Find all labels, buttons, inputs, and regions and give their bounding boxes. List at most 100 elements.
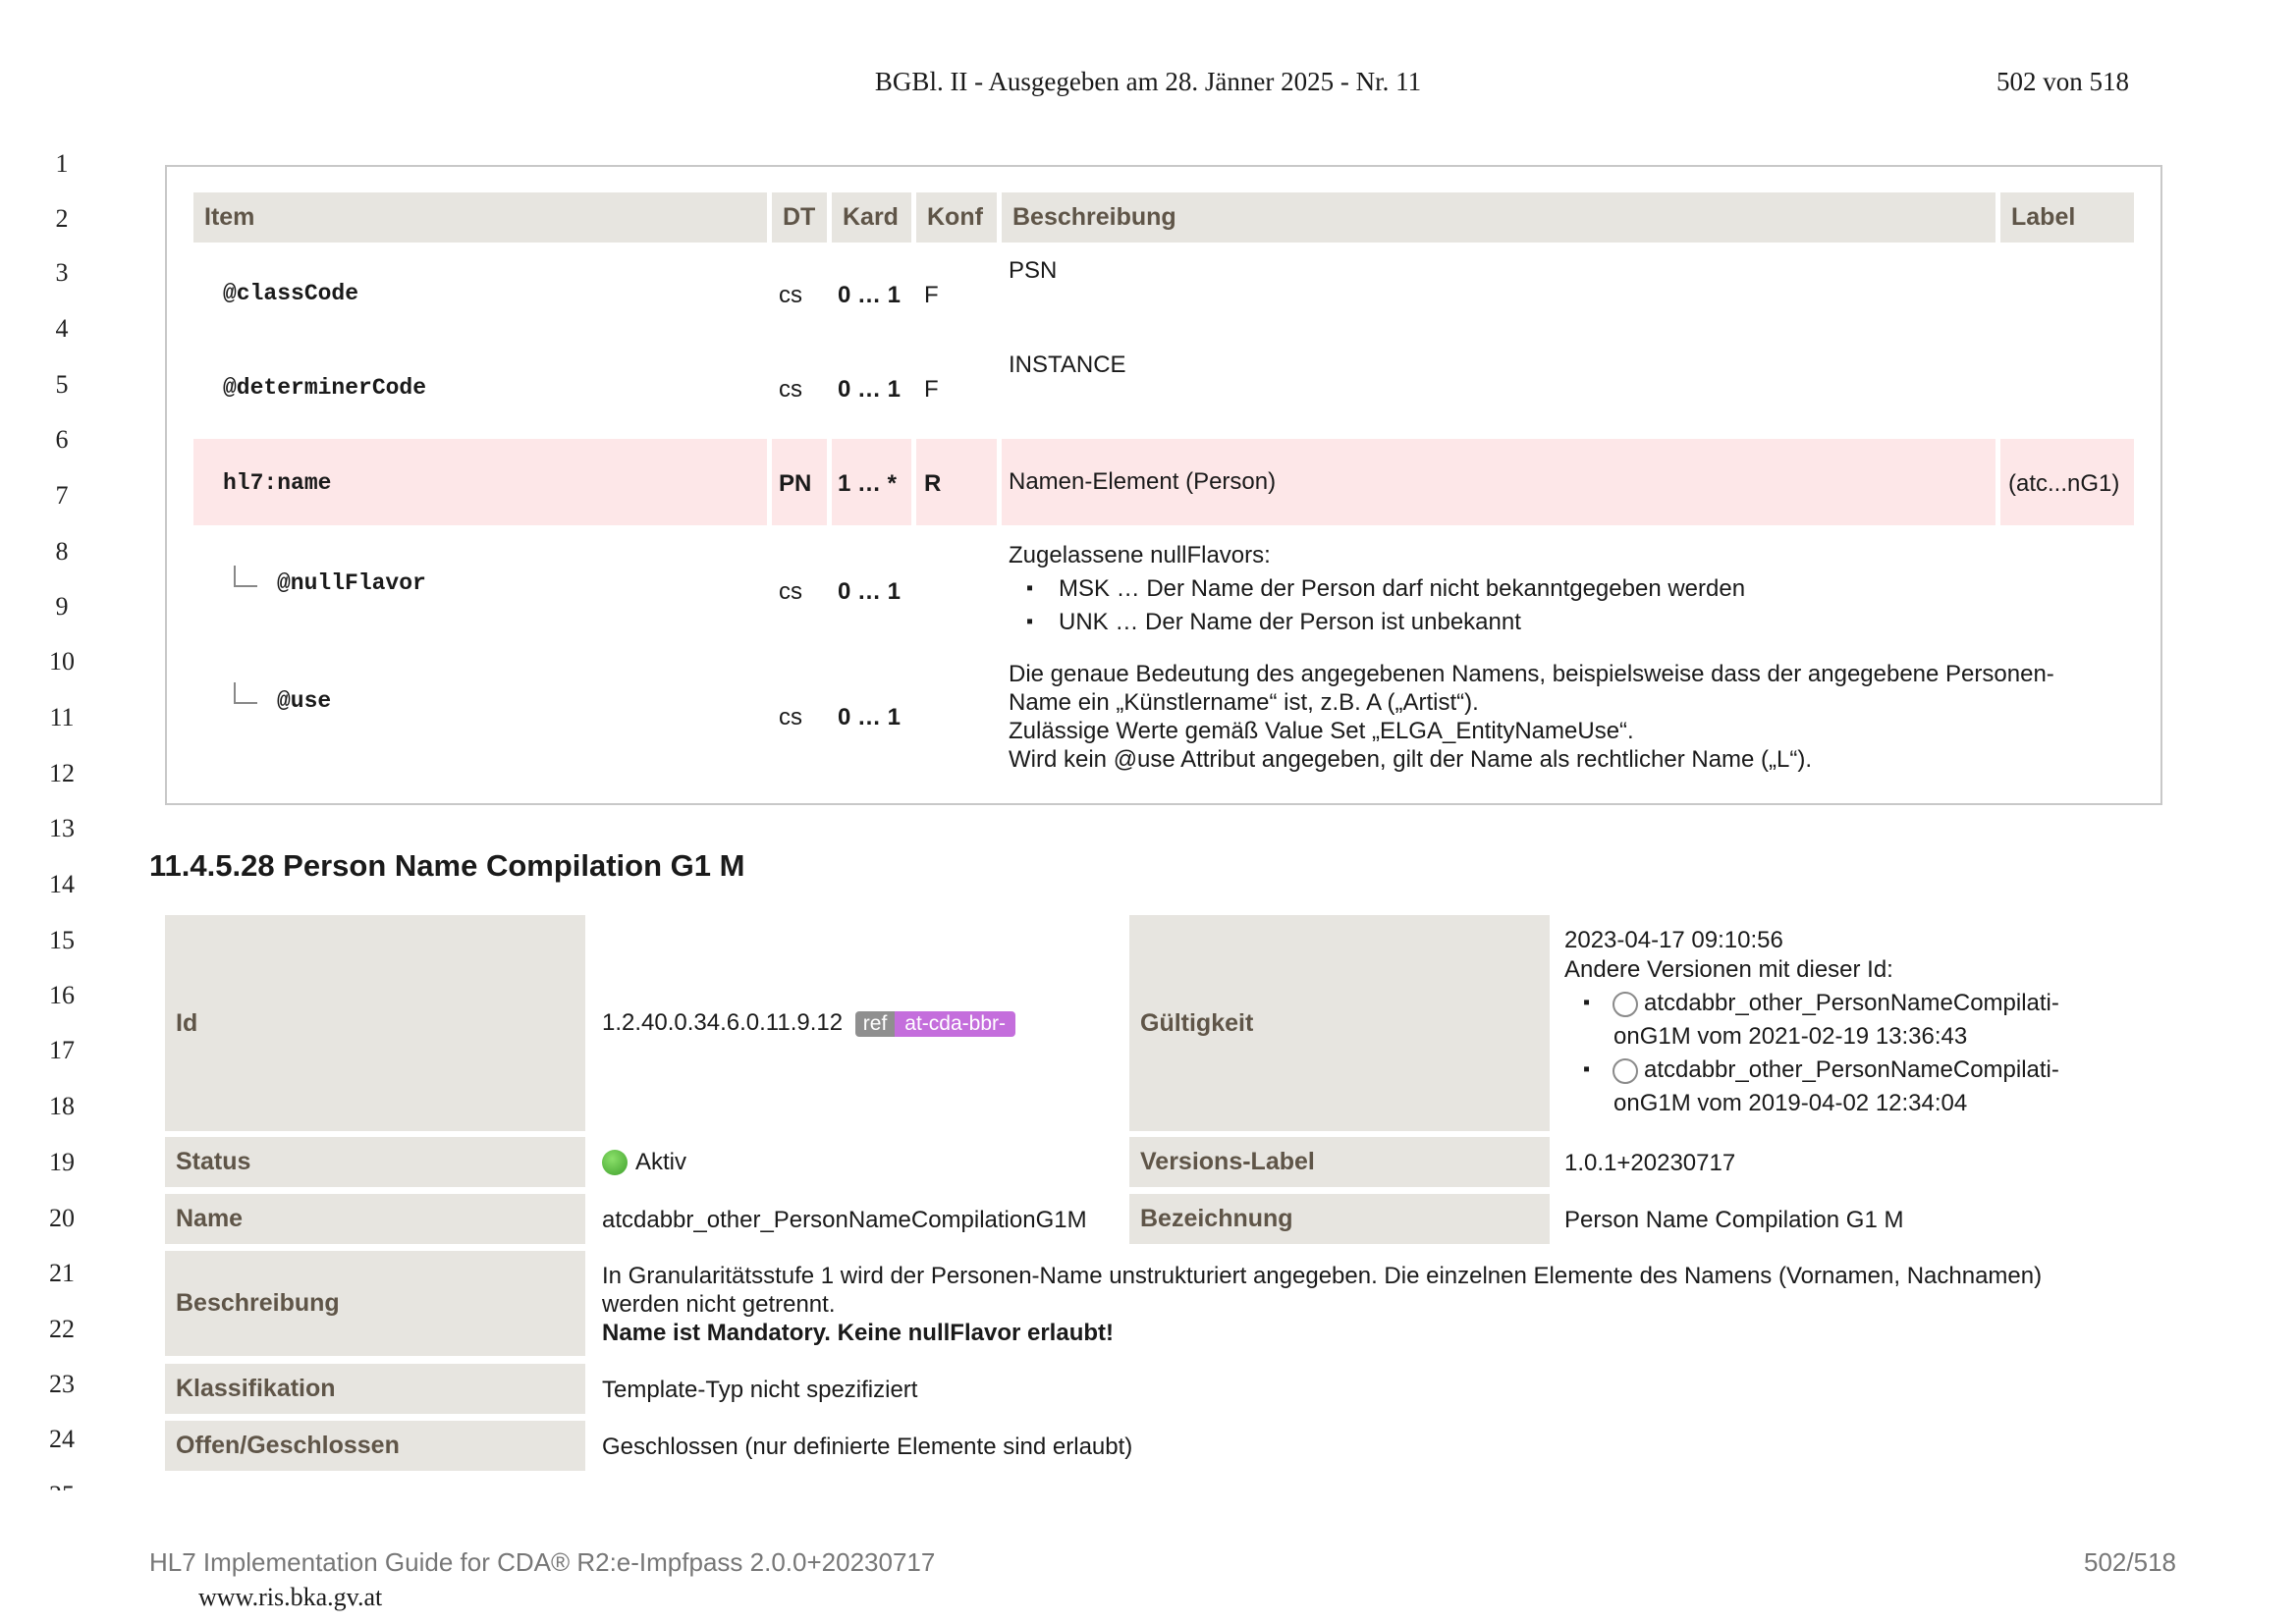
bezeichnung-label: Bezeichnung [1129, 1194, 1550, 1244]
description-line: Name ein „Künstlername“ ist, z.B. A („Ar… [1009, 689, 1479, 716]
beschreibung-line: In Granularitätsstufe 1 wird der Persone… [602, 1263, 2043, 1289]
bullet-icon: ▪ [1026, 611, 1034, 632]
item-name: @classCode [223, 281, 359, 306]
column-header-item: Item [193, 192, 767, 243]
item-name: hl7:name [223, 470, 332, 496]
gueltigkeit-label: Gültigkeit [1129, 915, 1550, 1131]
line-number: 1 [55, 149, 69, 178]
label-value: (atc...nG1) [2008, 470, 2120, 497]
description: Namen-Element (Person) [1009, 468, 1277, 495]
footer-url[interactable]: www.ris.bka.gv.at [198, 1583, 382, 1612]
description-line: Zulässige Werte gemäß Value Set „ELGA_En… [1009, 718, 1634, 744]
status-value: Aktiv [602, 1149, 686, 1176]
conformance: F [924, 282, 939, 308]
name-value: atcdabbr_other_PersonNameCompilationG1M [602, 1207, 1087, 1233]
line-number: 7 [55, 481, 69, 510]
line-number: 13 [49, 814, 75, 842]
line-number: 20 [49, 1204, 75, 1232]
beschreibung-emphasis: Name ist Mandatory. Keine nullFlavor erl… [602, 1320, 1114, 1346]
item-name: @use [277, 688, 332, 714]
beschreibung-line: werden nicht getrennt. [602, 1291, 836, 1318]
item-name: @determinerCode [223, 375, 427, 401]
list-item: MSK … Der Name der Person darf nicht bek… [1059, 575, 1746, 602]
template-oid: 1.2.40.0.34.6.0.11.9.12 [602, 1009, 844, 1036]
line-number: 16 [49, 981, 75, 1009]
line-number: 3 [55, 258, 69, 287]
column-header-beschreibung: Beschreibung [1002, 192, 1995, 243]
gueltigkeit-date: 2023‑04‑17 09:10:56 [1564, 927, 1783, 953]
line-number: 21 [49, 1259, 75, 1287]
line-number: 10 [49, 647, 75, 676]
tree-connector-icon [234, 566, 257, 587]
tree-connector-icon [234, 682, 257, 704]
datatype: cs [779, 578, 802, 605]
page-header-page-number: 502 von 518 [1996, 67, 2129, 96]
klassifikation-value: Template-Typ nicht spezifiziert [602, 1377, 918, 1403]
name-label: Name [165, 1194, 585, 1244]
line-number: 11 [49, 703, 75, 731]
other-versions-heading: Andere Versionen mit dieser Id: [1564, 956, 1893, 983]
klassifikation-label: Klassifikation [165, 1364, 585, 1414]
ref-badge[interactable]: ref at-cda-bbr- [854, 1009, 1015, 1037]
cardinality: 1 … * [838, 470, 898, 497]
description-line: Die genaue Bedeutung des angegebenen Nam… [1009, 661, 2054, 687]
beschreibung-label: Beschreibung [165, 1251, 585, 1356]
line-number: 14 [49, 870, 75, 898]
line-number: 8 [55, 537, 69, 566]
footer-guide-title: HL7 Implementation Guide for CDA® R2:e-I… [149, 1547, 936, 1577]
version-link[interactable]: atcdabbr_other_PersonNameCompilati- [1613, 990, 2059, 1017]
version-link[interactable]: atcdabbr_other_PersonNameCompilati- [1613, 1056, 2059, 1084]
cardinality: 0 … 1 [838, 578, 902, 605]
description-intro: Zugelassene nullFlavors: [1009, 542, 1271, 568]
line-number: 25 [27, 1481, 96, 1490]
offen-geschlossen-label: Offen/Geschlossen [165, 1421, 585, 1471]
line-number: 22 [49, 1315, 75, 1343]
line-number: 12 [49, 759, 75, 787]
line-number: 17 [49, 1036, 75, 1064]
footer-page-number: 502/518 [2084, 1547, 2176, 1577]
versions-label-value: 1.0.1+20230717 [1564, 1150, 1736, 1176]
version-radio-icon [1613, 1058, 1638, 1084]
datatype: cs [779, 376, 802, 403]
conformance: F [924, 376, 939, 403]
version-date: onG1M vom 2019‑04‑02 12:34:04 [1613, 1090, 1968, 1116]
version-radio-icon [1613, 992, 1638, 1017]
description-line: Wird kein @use Attribut angegeben, gilt … [1009, 746, 1813, 773]
version-date: onG1M vom 2021‑02‑19 13:36:43 [1613, 1023, 1968, 1050]
line-number: 2 [55, 204, 69, 233]
line-number: 18 [49, 1092, 75, 1120]
line-number: 5 [55, 370, 69, 399]
conformance: R [924, 470, 942, 497]
column-header-dt: DT [772, 192, 827, 243]
bullet-icon: ▪ [1583, 1058, 1591, 1080]
line-number: 9 [55, 592, 69, 621]
line-number: 15 [49, 926, 75, 954]
description: INSTANCE [1009, 352, 1126, 378]
line-number: 23 [49, 1370, 75, 1398]
line-number: 6 [55, 425, 69, 454]
page-header-title: BGBl. II - Ausgegeben am 28. Jänner 2025… [874, 67, 1422, 96]
status-label: Status [165, 1137, 585, 1187]
datatype: PN [779, 470, 812, 497]
id-value: 1.2.40.0.34.6.0.11.9.12 ref at-cda-bbr- [602, 1009, 1015, 1037]
line-number: 24 [49, 1425, 75, 1453]
list-item: UNK … Der Name der Person ist unbekannt [1059, 609, 1521, 635]
bullet-icon: ▪ [1583, 992, 1591, 1013]
column-header-konf: Konf [916, 192, 997, 243]
line-number: 4 [55, 314, 69, 343]
cardinality: 0 … 1 [838, 704, 902, 730]
id-label: Id [165, 915, 585, 1131]
column-header-kard: Kard [832, 192, 911, 243]
section-title: 11.4.5.28 Person Name Compilation G1 M [149, 848, 745, 883]
ref-badge-label: ref [854, 1011, 896, 1037]
bezeichnung-value: Person Name Compilation G1 M [1564, 1207, 1904, 1233]
line-number: 19 [49, 1148, 75, 1176]
datatype: cs [779, 704, 802, 730]
ref-package-label: at-cda-bbr- [895, 1011, 1015, 1037]
item-name: @nullFlavor [277, 570, 426, 596]
cardinality: 0 … 1 [838, 376, 902, 403]
offen-geschlossen-value: Geschlossen (nur definierte Elemente sin… [602, 1434, 1133, 1460]
versions-label-label: Versions-Label [1129, 1137, 1550, 1187]
description: PSN [1009, 257, 1058, 284]
column-header-label: Label [2000, 192, 2134, 243]
